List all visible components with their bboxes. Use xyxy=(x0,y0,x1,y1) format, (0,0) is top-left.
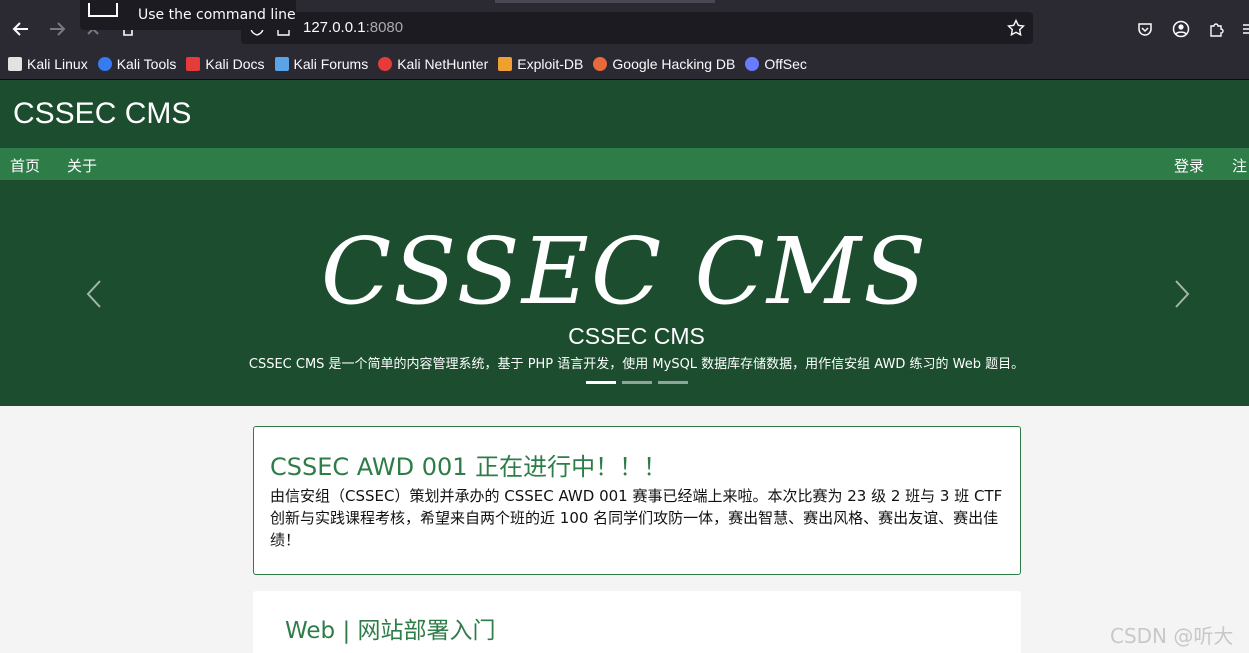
bookmark-kali-nethunter[interactable]: Kali NetHunter xyxy=(378,56,488,72)
extensions-icon[interactable] xyxy=(1206,18,1228,40)
tooltip: Use the command line xyxy=(80,0,296,30)
exploit-db-icon xyxy=(498,57,513,71)
kali-tools-icon xyxy=(97,57,112,71)
carousel-next-chevron-icon[interactable] xyxy=(1170,278,1192,310)
ghdb-icon xyxy=(593,57,608,71)
post-title[interactable]: Web | 网站部署入门 xyxy=(285,611,496,645)
account-icon[interactable] xyxy=(1170,18,1192,40)
bookmark-kali-tools[interactable]: Kali Tools xyxy=(97,56,176,72)
carousel-indicator[interactable] xyxy=(586,381,616,384)
post-card: Web | 网站部署入门 xyxy=(253,591,1021,653)
terminal-icon xyxy=(88,3,118,17)
offsec-icon xyxy=(745,57,760,71)
hero-carousel: CSSEC CMS CSSEC CMS CSSEC CMS 是一个简单的内容管理… xyxy=(0,180,1249,406)
nav-register[interactable]: 注 xyxy=(1232,155,1247,176)
bookmark-offsec[interactable]: OffSec xyxy=(745,56,807,72)
carousel-caption-text: CSSEC CMS 是一个简单的内容管理系统，基于 PHP 语言开发，使用 My… xyxy=(248,357,1025,372)
nav-about[interactable]: 关于 xyxy=(67,155,97,176)
post-title[interactable]: CSSEC AWD 001 正在进行中！！！ xyxy=(270,447,667,482)
menu-icon[interactable] xyxy=(1238,18,1249,40)
star-icon[interactable] xyxy=(1006,18,1026,41)
bookmark-kali-forums[interactable]: Kali Forums xyxy=(274,56,368,72)
bookmark-kali-linux[interactable]: Kali Linux xyxy=(8,56,88,72)
url-text[interactable]: 127.0.0.1:8080 xyxy=(303,19,403,36)
forward-arrow-icon[interactable] xyxy=(46,18,68,40)
site-title[interactable]: CSSEC CMS xyxy=(13,97,191,131)
tab-edge xyxy=(495,0,715,3)
carousel-indicator[interactable] xyxy=(622,381,652,384)
back-arrow-icon[interactable] xyxy=(10,18,32,40)
carousel-prev-chevron-icon[interactable] xyxy=(84,278,106,310)
kali-dragon-icon xyxy=(8,57,22,71)
csdn-watermark: CSDN @听大 xyxy=(1110,624,1234,648)
carousel-indicator[interactable] xyxy=(658,381,688,384)
carousel-caption-title: CSSEC CMS xyxy=(568,323,705,349)
site-navbar: 首页 关于 登录 注 xyxy=(0,148,1249,180)
bookmarks-toolbar: Kali Linux Kali Tools Kali Docs Kali For… xyxy=(0,49,1249,80)
url-bar[interactable]: 127.0.0.1:8080 xyxy=(241,12,1033,44)
nav-home[interactable]: 首页 xyxy=(10,155,40,176)
bookmark-google-hacking-db[interactable]: Google Hacking DB xyxy=(593,56,735,72)
post-body: 由信安组（CSSEC）策划并承办的 CSSEC AWD 001 赛事已经端上来啦… xyxy=(270,487,1003,549)
nethunter-icon xyxy=(378,57,393,71)
pocket-icon[interactable] xyxy=(1134,18,1156,40)
nav-login[interactable]: 登录 xyxy=(1174,155,1204,176)
hero-banner-text: CSSEC CMS xyxy=(320,218,929,325)
bookmark-exploit-db[interactable]: Exploit-DB xyxy=(498,56,583,72)
site-header: CSSEC CMS xyxy=(0,80,1249,148)
kali-docs-icon xyxy=(186,57,201,71)
post-card-featured: CSSEC AWD 001 正在进行中！！！ 由信安组（CSSEC）策划并承办的… xyxy=(253,426,1021,575)
tooltip-text: Use the command line xyxy=(138,7,296,23)
bookmark-kali-docs[interactable]: Kali Docs xyxy=(186,56,265,72)
kali-forums-icon xyxy=(274,57,289,71)
